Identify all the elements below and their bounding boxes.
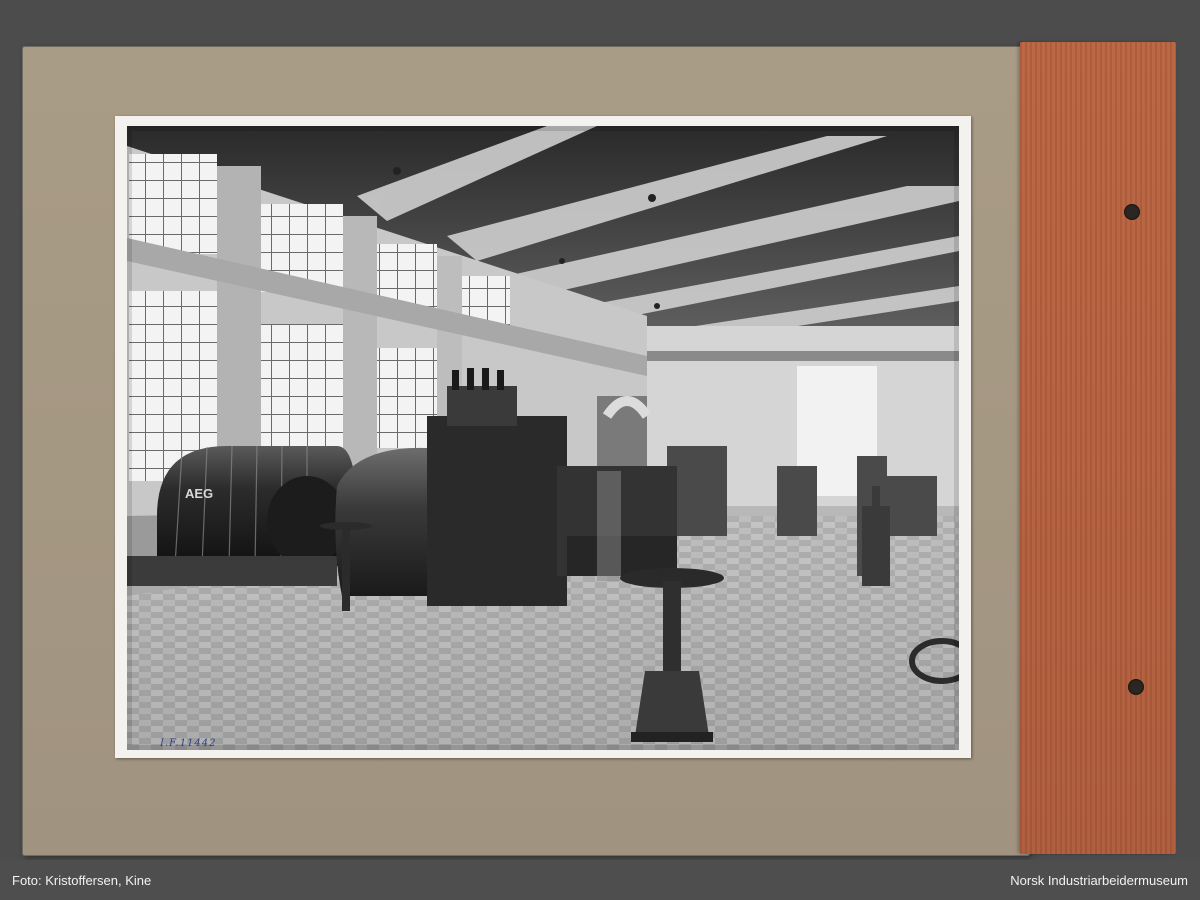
- album-spine: [1020, 42, 1176, 854]
- aeg-marking: AEG: [185, 486, 213, 501]
- turbine-hall-photo: AEG: [127, 126, 959, 750]
- binding-hole: [1128, 679, 1144, 695]
- mounted-photograph[interactable]: AEG: [115, 116, 971, 758]
- image-viewer: AEG I.F.11442: [0, 0, 1200, 860]
- museum-name[interactable]: Norsk Industriarbeidermuseum: [1010, 873, 1188, 888]
- inventory-number: I.F.11442: [160, 738, 217, 749]
- binding-hole: [1124, 204, 1140, 220]
- caption-bar: Foto: Kristoffersen, Kine Norsk Industri…: [0, 860, 1200, 900]
- photo-credit: Foto: Kristoffersen, Kine: [12, 873, 152, 888]
